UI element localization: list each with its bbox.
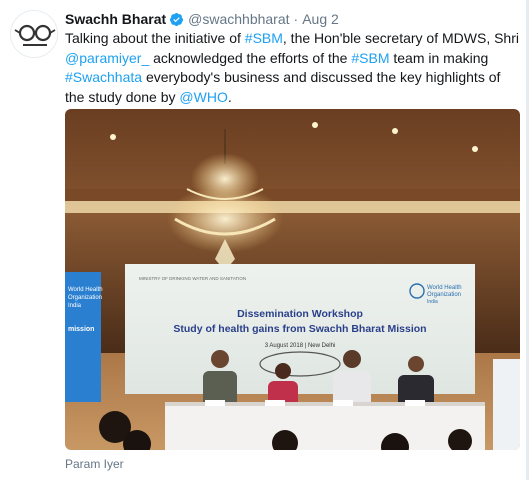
- standee: [493, 359, 520, 450]
- tweet-text-segment: team in making: [389, 49, 489, 66]
- tweet-text-segment: , the Hon'ble secretary of MDWS, Shri: [282, 30, 519, 46]
- photo-tag-caption[interactable]: Param Iyer: [65, 457, 124, 471]
- mention-paramiyer-link[interactable]: @paramiyer_: [65, 50, 149, 66]
- banner-date: 3 August 2018 | New Delhi: [265, 343, 336, 349]
- banner-title: Dissemination Workshop: [237, 308, 363, 320]
- author-handle[interactable]: @swachhbharat: [188, 11, 289, 27]
- who-label: Organization: [427, 292, 461, 298]
- tweet-text-segment: acknowledged the efforts of the: [149, 49, 352, 66]
- cove-light: [65, 201, 520, 213]
- side-screen-line: World Health: [68, 287, 103, 293]
- tweet-date[interactable]: Aug 2: [302, 11, 339, 27]
- verified-badge-icon: [170, 12, 184, 26]
- ceiling-cornice: [65, 189, 520, 201]
- side-screen-line: Organization: [68, 295, 102, 301]
- hashtag-swachhata-link[interactable]: #Swachhata: [65, 69, 142, 85]
- hashtag-sbm-link[interactable]: #SBM: [351, 50, 389, 66]
- tweet-text: Talking about the initiative of #SBM, th…: [65, 29, 523, 107]
- side-screen-line: India: [68, 303, 82, 309]
- header-separator: ·: [293, 11, 299, 27]
- workshop-photo: World Health Organization India mission …: [65, 109, 520, 450]
- tweet-text-segment: .: [227, 88, 232, 105]
- who-label: India: [427, 299, 438, 305]
- author-name[interactable]: Swachh Bharat: [65, 11, 166, 27]
- downlight: [392, 128, 398, 134]
- mention-who-link[interactable]: @WHO: [179, 89, 227, 105]
- banner-subtitle: Study of health gains from Swachh Bharat…: [173, 323, 426, 335]
- tweet-header: Swachh Bharat @swachhbharat · Aug 2: [65, 10, 339, 28]
- who-label: World Health: [427, 285, 462, 291]
- ministry-label: MINISTRY OF DRINKING WATER AND SANITATIO…: [139, 276, 246, 281]
- tweet: Swachh Bharat @swachhbharat · Aug 2 Talk…: [0, 0, 529, 480]
- hashtag-sbm-link[interactable]: #SBM: [245, 30, 283, 46]
- backdrop-banner: MINISTRY OF DRINKING WATER AND SANITATIO…: [125, 264, 475, 394]
- swachh-bharat-logo-icon: [11, 11, 57, 57]
- downlight: [110, 134, 116, 140]
- downlight: [472, 146, 478, 152]
- tweet-text-segment: Talking about the initiative of: [65, 30, 245, 46]
- side-screen-line: mission: [68, 326, 94, 333]
- downlight: [312, 122, 318, 128]
- side-screen: World Health Organization India mission: [65, 272, 103, 402]
- panel-table: [165, 400, 485, 450]
- tweet-photo[interactable]: World Health Organization India mission …: [65, 109, 520, 450]
- profile-avatar[interactable]: [10, 10, 58, 58]
